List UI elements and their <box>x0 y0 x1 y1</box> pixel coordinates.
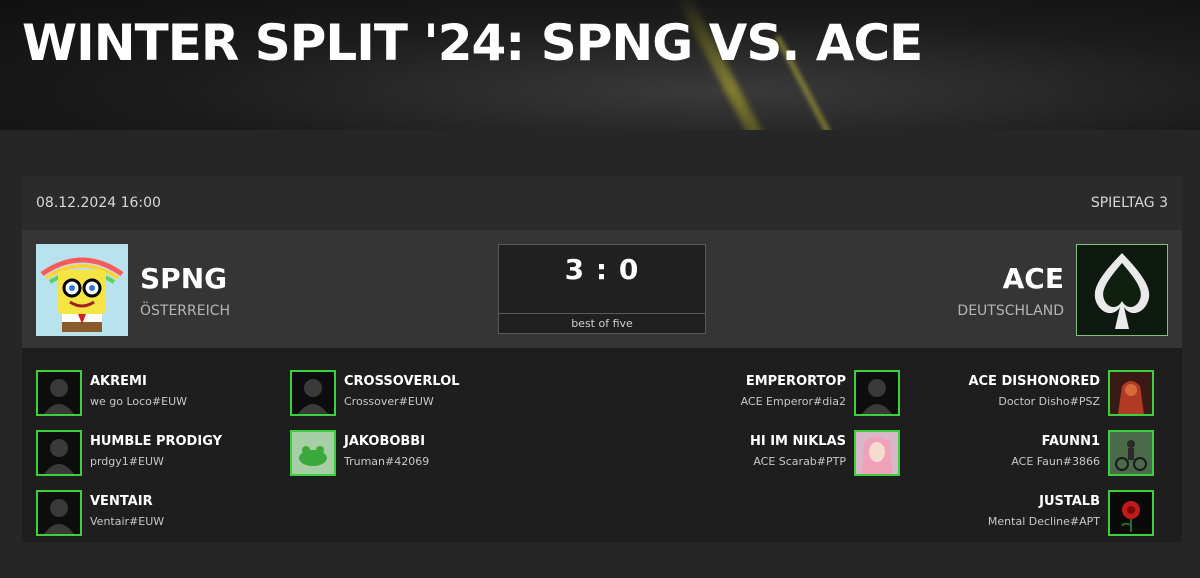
character-avatar-icon <box>1108 370 1154 416</box>
away-team-name[interactable]: ACE <box>1003 262 1064 295</box>
default-avatar-icon <box>36 430 82 476</box>
player-card[interactable]: ACE DISHONORED Doctor Disho#PSZ <box>928 370 1168 416</box>
player-name: ACE DISHONORED <box>968 374 1100 389</box>
player-tag: ACE Faun#3866 <box>1011 455 1100 468</box>
default-avatar-icon <box>290 370 336 416</box>
player-card[interactable]: FAUNN1 ACE Faun#3866 <box>928 430 1168 476</box>
player-tag: ACE Scarab#PTP <box>753 455 846 468</box>
player-card[interactable]: HI IM NIKLAS ACE Scarab#PTP <box>674 430 914 476</box>
player-card[interactable]: CROSSOVERLOL Crossover#EUW <box>276 370 516 416</box>
player-tag: Ventair#EUW <box>90 515 165 528</box>
player-card[interactable]: AKREMI we go Loco#EUW <box>22 370 262 416</box>
player-tag: prdgy1#EUW <box>90 455 164 468</box>
match-card-header: 08.12.2024 16:00 SPIELTAG 3 <box>22 176 1182 230</box>
player-name: JUSTALB <box>1039 494 1100 509</box>
player-tag: Doctor Disho#PSZ <box>998 395 1100 408</box>
player-name: JAKOBOBBI <box>344 434 426 449</box>
match-format: best of five <box>499 313 705 334</box>
player-tag: Truman#42069 <box>344 455 430 468</box>
header-banner: WINTER SPLIT '24: SPNG VS. ACE <box>0 0 1200 130</box>
portrait-avatar-icon <box>854 430 900 476</box>
default-avatar-icon <box>36 490 82 536</box>
player-name: VENTAIR <box>90 494 153 509</box>
default-avatar-icon <box>36 370 82 416</box>
player-tag: Mental Decline#APT <box>987 515 1100 528</box>
player-tag: Crossover#EUW <box>344 395 434 408</box>
player-lists: AKREMI we go Loco#EUW HUMBLE PRODIGY prd… <box>22 348 1182 542</box>
player-tag: ACE Emperor#dia2 <box>740 395 846 408</box>
rose-avatar-icon <box>1108 490 1154 536</box>
player-card[interactable]: VENTAIR Ventair#EUW <box>22 490 262 536</box>
away-team-country: DEUTSCHLAND <box>957 303 1064 319</box>
player-card[interactable]: EMPERORTOP ACE Emperor#dia2 <box>674 370 914 416</box>
spongebob-logo-icon[interactable] <box>36 244 128 336</box>
player-name: AKREMI <box>90 374 147 389</box>
player-card[interactable]: HUMBLE PRODIGY prdgy1#EUW <box>22 430 262 476</box>
match-date: 08.12.2024 16:00 <box>36 195 161 211</box>
frog-avatar-icon <box>290 430 336 476</box>
home-team-name[interactable]: SPNG <box>140 262 227 295</box>
player-name: FAUNN1 <box>1041 434 1100 449</box>
player-card[interactable]: JAKOBOBBI Truman#42069 <box>276 430 516 476</box>
player-name: CROSSOVERLOL <box>344 374 460 389</box>
matchday-label: SPIELTAG 3 <box>1090 195 1168 211</box>
player-card[interactable]: JUSTALB Mental Decline#APT <box>928 490 1168 536</box>
player-name: HI IM NIKLAS <box>749 434 846 449</box>
home-team-country: ÖSTERREICH <box>140 303 231 319</box>
match-card: 08.12.2024 16:00 SPIELTAG 3 SPNG ÖSTERRE <box>22 176 1182 542</box>
player-name: EMPERORTOP <box>745 374 846 389</box>
page-title: WINTER SPLIT '24: SPNG VS. ACE <box>22 14 923 72</box>
match-row: SPNG ÖSTERREICH 3 : 0 best of five ACE D… <box>22 230 1182 348</box>
player-tag: we go Loco#EUW <box>90 395 188 408</box>
cyclist-avatar-icon <box>1108 430 1154 476</box>
ace-gaming-spade-logo-icon[interactable] <box>1076 244 1168 336</box>
player-name: HUMBLE PRODIGY <box>90 434 222 449</box>
default-avatar-icon <box>854 370 900 416</box>
score-box: 3 : 0 best of five <box>498 244 706 334</box>
match-score: 3 : 0 <box>564 253 640 286</box>
